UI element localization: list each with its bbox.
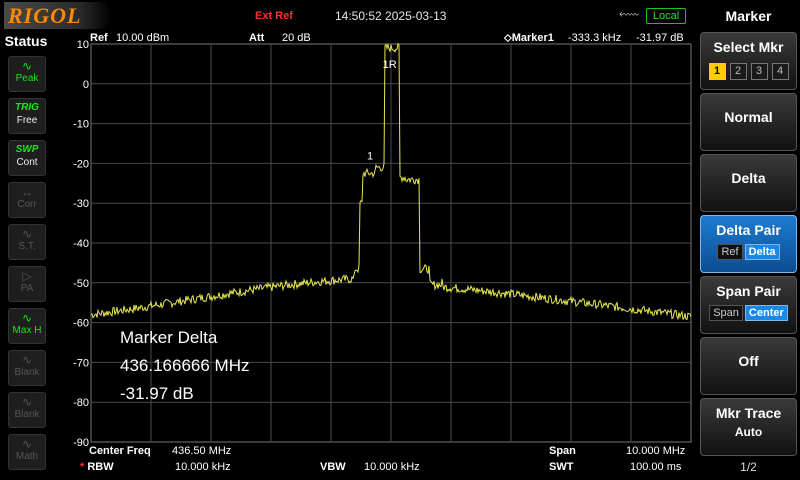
y-tick-label: -70 — [73, 357, 89, 369]
y-axis-ticks: 10 0 -10 -20 -30 -40 -50 -60 -70 -80 -90 — [73, 39, 89, 449]
spectrum-screen: Ref 10.00 dBm Att 20 dB ⬦Marker1 -333.3 … — [52, 32, 697, 480]
marker-delta-box: Marker Delta 436.166666 MHz -31.97 dB — [120, 324, 249, 408]
marker-number-selector: 1234 — [701, 61, 796, 80]
marker-delta-title: Marker Delta — [120, 328, 218, 347]
status-math[interactable]: ∿ Math — [8, 434, 46, 470]
marker-delta-freq: 436.166666 MHz — [120, 356, 250, 375]
softkey-menu: Marker Select Mkr 1234 Normal Delta Delt… — [697, 0, 800, 480]
date-time: 14:50:52 2025-03-13 — [335, 9, 447, 23]
status-max-hold[interactable]: ∿ Max H — [8, 308, 46, 344]
maxhold-icon: ∿ — [21, 311, 33, 325]
blank-icon: ∿ — [21, 353, 33, 367]
swt-label: SWT — [549, 461, 574, 473]
pa-icon: ▷ — [22, 269, 32, 283]
status-title: Status — [4, 33, 48, 49]
marker-1-label[interactable]: 1 — [367, 150, 373, 162]
marker-2-option[interactable]: 2 — [729, 63, 747, 80]
status-pa[interactable]: ▷ PA — [8, 266, 46, 302]
y-tick-label: -40 — [73, 238, 89, 250]
marker-trace-softkey[interactable]: Mkr Trace Auto — [700, 398, 797, 456]
rbw-label: * RBW — [80, 461, 114, 473]
page-indicator: 1/2 — [740, 460, 757, 474]
status-peak[interactable]: ∿ Peak — [8, 56, 46, 92]
span-pair-softkey[interactable]: Span Pair Span Center — [700, 276, 797, 334]
span-pair-center-option[interactable]: Center — [744, 305, 788, 321]
ext-ref-indicator: Ext Ref — [255, 10, 293, 22]
vbw-value[interactable]: 10.000 kHz — [364, 461, 420, 473]
marker-1-option[interactable]: 1 — [708, 63, 726, 80]
marker-3-option[interactable]: 3 — [750, 63, 768, 80]
corr-icon: ↔ — [21, 185, 33, 199]
status-panel: Status ∿ Peak TRIG Free SWP Cont ↔ Corr … — [0, 32, 52, 480]
y-tick-label: -10 — [73, 119, 89, 131]
swt-value[interactable]: 100.00 ms — [630, 461, 681, 473]
delta-pair-delta-option[interactable]: Delta — [744, 244, 780, 260]
span-pair-toggle: Span Center — [701, 303, 796, 321]
center-freq-value[interactable]: 436.50 MHz — [172, 445, 231, 457]
delta-pair-toggle: Ref Delta — [701, 242, 796, 260]
off-softkey[interactable]: Off — [700, 337, 797, 395]
y-tick-label: -60 — [73, 318, 89, 330]
status-trigger[interactable]: TRIG Free — [8, 98, 46, 134]
status-corr[interactable]: ↔ Corr — [8, 182, 46, 218]
select-marker-softkey[interactable]: Select Mkr 1234 — [700, 32, 797, 90]
rigol-logo: RIGOL — [4, 2, 112, 29]
span-pair-span-option[interactable]: Span — [709, 305, 743, 321]
menu-title: Marker — [725, 8, 772, 24]
top-bar: RIGOL Ext Ref 14:50:52 2025-03-13 ⬳ Loca… — [0, 0, 697, 32]
marker-delta-amp: -31.97 dB — [120, 384, 194, 403]
usb-icon: ⬳ — [619, 6, 639, 22]
span-label: Span — [549, 445, 576, 457]
delta-softkey[interactable]: Delta — [700, 154, 797, 212]
normal-softkey[interactable]: Normal — [700, 93, 797, 151]
status-sweep[interactable]: SWP Cont — [8, 140, 46, 176]
marker-trace-value: Auto — [734, 425, 763, 439]
center-freq-label: Center Freq — [89, 445, 151, 457]
status-blank-1[interactable]: ∿ Blank — [8, 350, 46, 386]
vbw-label: VBW — [320, 461, 346, 473]
status-st[interactable]: ∿ S.T. — [8, 224, 46, 260]
blank-icon: ∿ — [21, 395, 33, 409]
y-tick-label: 0 — [83, 79, 89, 91]
y-tick-label: -80 — [73, 397, 89, 409]
y-tick-label: -90 — [73, 437, 89, 449]
y-tick-label: -30 — [73, 198, 89, 210]
marker-4-option[interactable]: 4 — [771, 63, 789, 80]
delta-pair-softkey[interactable]: Delta Pair Ref Delta — [700, 215, 797, 273]
y-tick-label: -20 — [73, 158, 89, 170]
status-blank-2[interactable]: ∿ Blank — [8, 392, 46, 428]
peak-icon: ∿ — [21, 59, 33, 73]
y-tick-label: 10 — [77, 39, 89, 51]
math-icon: ∿ — [21, 437, 33, 451]
rbw-value[interactable]: 10.000 kHz — [175, 461, 231, 473]
y-tick-label: -50 — [73, 278, 89, 290]
st-icon: ∿ — [21, 227, 33, 241]
marker-1-ref-label[interactable]: 1R — [383, 59, 397, 71]
spectrum-plot[interactable]: 10 0 -10 -20 -30 -40 -50 -60 -70 -80 -90 1 1R — [52, 32, 697, 480]
local-indicator[interactable]: Local — [646, 8, 686, 24]
span-value[interactable]: 10.000 MHz — [626, 445, 685, 457]
delta-pair-ref-option[interactable]: Ref — [717, 244, 743, 260]
